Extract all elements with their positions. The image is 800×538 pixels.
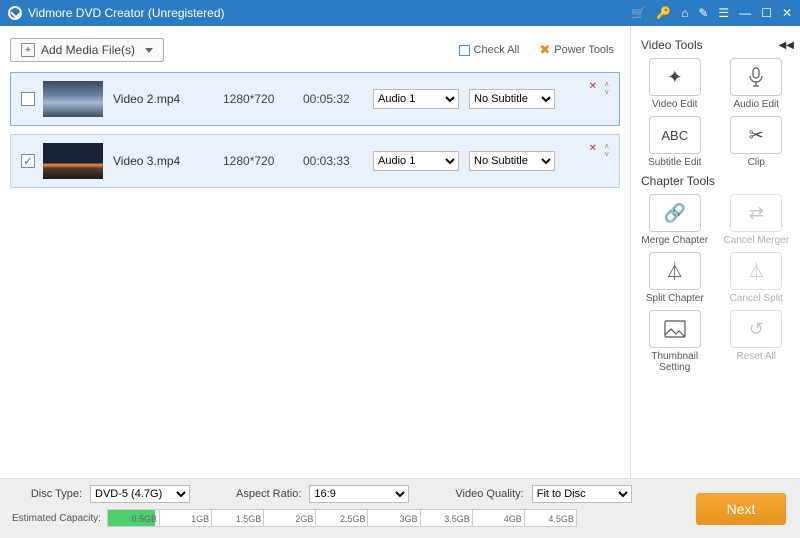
video edit-icon[interactable]: ✦ [649, 58, 701, 96]
cancel merger-icon: ⇄ [730, 194, 782, 232]
tool-label: Merge Chapter [641, 235, 708, 246]
tool-label: Split Chapter [646, 293, 704, 304]
move-down-icon[interactable]: ˅ [604, 151, 609, 159]
merge chapter-icon[interactable]: 🔗 [649, 194, 701, 232]
chapter-tool: ⏃ Split Chapter [637, 252, 713, 304]
remove-icon[interactable]: ✕ [589, 81, 597, 92]
file-name: Video 2.mp4 [113, 92, 223, 106]
add-media-label: Add Media File(s) [41, 43, 135, 57]
key-icon[interactable]: 🔑 [656, 6, 671, 20]
video-tools-title: Video Tools [641, 38, 703, 52]
capacity-tick: 1.5GB [212, 510, 264, 526]
audio-select[interactable]: Audio 1 [373, 89, 459, 109]
chapter-tool: ⏃ Cancel Split [719, 252, 795, 304]
media-list: Video 2.mp4 1280*720 00:05:32 Audio 1 No… [10, 72, 620, 478]
item-checkbox[interactable] [21, 92, 35, 106]
check-all-toggle[interactable]: Check All [459, 44, 520, 56]
duration: 00:03:33 [303, 154, 373, 168]
video-tool: ✦ Video Edit [637, 58, 713, 110]
chapter-tool: ⇄ Cancel Merger [719, 194, 795, 246]
tool-label: Audio Edit [733, 99, 779, 110]
capacity-tick: 2GB [264, 510, 316, 526]
reset all-icon: ↺ [730, 310, 782, 348]
resolution: 1280*720 [223, 92, 303, 106]
cart-icon[interactable]: 🛒 [631, 6, 646, 20]
video-tool: ABC Subtitle Edit [637, 116, 713, 168]
aspect-ratio-select[interactable]: 16:9 [309, 485, 409, 503]
clip-icon[interactable]: ✂ [730, 116, 782, 154]
video-tool: Audio Edit [719, 58, 795, 110]
capacity-tick: 2.5GB [316, 510, 368, 526]
footer: Disc Type: DVD-5 (4.7G) Aspect Ratio: 16… [0, 478, 800, 538]
check-all-label: Check All [474, 44, 520, 56]
resolution: 1280*720 [223, 154, 303, 168]
collapse-icon[interactable]: ◀◀ [779, 40, 794, 51]
video-quality-label: Video Quality: [455, 488, 523, 500]
sidebar: Video Tools ◀◀ ✦ Video Edit Audio Edit AB… [630, 26, 800, 478]
subtitle edit-icon[interactable]: ABC [649, 116, 701, 154]
tool-label: Cancel Split [730, 293, 783, 304]
tool-label: Clip [748, 157, 765, 168]
tool-label: Subtitle Edit [648, 157, 701, 168]
maximize-icon[interactable]: ☐ [761, 6, 772, 20]
duration: 00:05:32 [303, 92, 373, 106]
titlebar-icons: 🛒 🔑 ⌂ ✎ ☰ — ☐ ✕ [631, 6, 792, 20]
capacity-tick: 4.5GB [525, 510, 576, 526]
plus-icon: + [21, 43, 35, 57]
tool-label: Thumbnail Setting [637, 351, 713, 373]
chapter-tools-title: Chapter Tools [641, 174, 715, 188]
thumbnail setting-icon[interactable] [649, 310, 701, 348]
app-title: Vidmore DVD Creator (Unregistered) [28, 6, 225, 20]
chevron-down-icon [145, 48, 153, 53]
disc-type-select[interactable]: DVD-5 (4.7G) [90, 485, 190, 503]
file-name: Video 3.mp4 [113, 154, 223, 168]
tool-label: Video Edit [652, 99, 697, 110]
split chapter-icon[interactable]: ⏃ [649, 252, 701, 290]
item-checkbox[interactable] [21, 154, 35, 168]
cancel split-icon: ⏃ [730, 252, 782, 290]
power-tools-button[interactable]: ✖ Power Tools [539, 42, 614, 58]
media-item[interactable]: Video 3.mp4 1280*720 00:03:33 Audio 1 No… [10, 134, 620, 188]
app-logo-icon [8, 6, 22, 20]
tool-label: Cancel Merger [723, 235, 789, 246]
chapter-tool: Thumbnail Setting [637, 310, 713, 373]
disc-type-label: Disc Type: [12, 488, 82, 500]
capacity-label: Estimated Capacity: [12, 513, 101, 524]
capacity-bar: 0.5GB1GB1.5GB2GB2.5GB3GB3.5GB4GB4.5GB [107, 509, 577, 527]
home-icon[interactable]: ⌂ [681, 6, 688, 20]
thumbnail[interactable] [43, 143, 103, 179]
thumbnail[interactable] [43, 81, 103, 117]
menu-icon[interactable]: ☰ [718, 6, 729, 20]
audio-select[interactable]: Audio 1 [373, 151, 459, 171]
power-tools-label: Power Tools [554, 44, 614, 56]
move-down-icon[interactable]: ˅ [604, 89, 609, 97]
capacity-tick: 0.5GB [108, 510, 160, 526]
subtitle-select[interactable]: No Subtitle [469, 151, 555, 171]
chapter-tool: ↺ Reset All [719, 310, 795, 373]
minimize-icon[interactable]: — [739, 6, 751, 20]
wrench-icon: ✖ [539, 42, 550, 58]
next-button[interactable]: Next [696, 493, 786, 525]
subtitle-select[interactable]: No Subtitle [469, 89, 555, 109]
title-bar: Vidmore DVD Creator (Unregistered) 🛒 🔑 ⌂… [0, 0, 800, 26]
capacity-tick: 1GB [160, 510, 212, 526]
add-media-button[interactable]: + Add Media File(s) [10, 38, 164, 62]
close-icon[interactable]: ✕ [782, 6, 792, 20]
aspect-ratio-label: Aspect Ratio: [236, 488, 301, 500]
remove-icon[interactable]: ✕ [589, 143, 597, 154]
video-tool: ✂ Clip [719, 116, 795, 168]
capacity-tick: 4GB [473, 510, 525, 526]
checkbox-icon [459, 45, 470, 56]
capacity-tick: 3.5GB [421, 510, 473, 526]
tool-label: Reset All [737, 351, 776, 362]
feedback-icon[interactable]: ✎ [698, 6, 708, 20]
audio edit-icon[interactable] [730, 58, 782, 96]
chapter-tool: 🔗 Merge Chapter [637, 194, 713, 246]
video-quality-select[interactable]: Fit to Disc [532, 485, 632, 503]
media-item[interactable]: Video 2.mp4 1280*720 00:05:32 Audio 1 No… [10, 72, 620, 126]
capacity-tick: 3GB [368, 510, 420, 526]
